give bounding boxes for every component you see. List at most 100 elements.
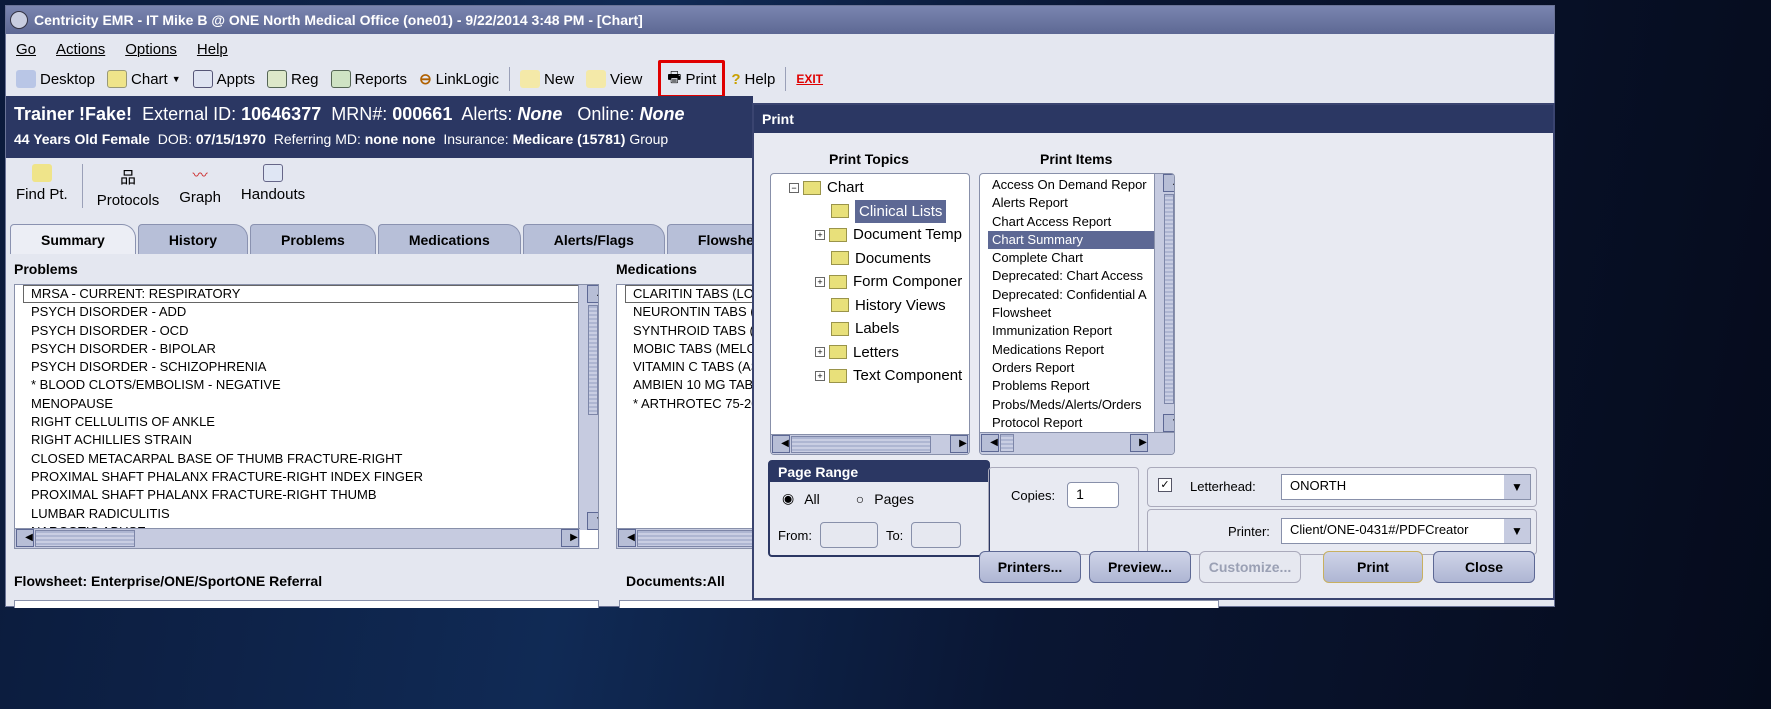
list-item[interactable]: Deprecated: Chart Access <box>988 267 1160 285</box>
list-item[interactable]: Chart Access Report <box>988 213 1160 231</box>
chevron-down-icon[interactable]: ▼ <box>1504 519 1530 543</box>
list-item[interactable]: Flowsheet <box>988 304 1160 322</box>
list-item[interactable]: MENOPAUSE <box>23 395 598 413</box>
tab-history[interactable]: History <box>137 224 249 254</box>
scroll-right-button[interactable]: ▶ <box>561 529 579 548</box>
reports-button[interactable]: Reports <box>325 65 414 93</box>
tree-item[interactable]: + Text Component <box>779 364 969 388</box>
scroll-left-button[interactable]: ◀ <box>16 529 34 548</box>
collapse-icon[interactable]: − <box>789 182 799 193</box>
list-item[interactable]: PSYCH DISORDER - SCHIZOPHRENIA <box>23 358 598 376</box>
scroll-thumb[interactable] <box>588 305 598 416</box>
menu-help[interactable]: Help <box>197 41 228 58</box>
list-item[interactable]: NEURONTIN TABS (G <box>625 303 757 321</box>
graph-button[interactable]: 〰 Graph <box>169 164 231 216</box>
list-item[interactable]: Deprecated: Confidential A <box>988 286 1160 304</box>
horizontal-scrollbar[interactable]: ◀ ▶ <box>771 434 969 454</box>
list-item[interactable]: RIGHT ACHILLIES STRAIN <box>23 431 598 449</box>
linklogic-button[interactable]: ⊖ LinkLogic <box>413 65 505 93</box>
appts-button[interactable]: Appts <box>187 65 261 93</box>
scroll-up-button[interactable]: ▲ <box>1163 174 1174 193</box>
horizontal-scrollbar[interactable]: ◀ ▶ <box>980 432 1174 454</box>
chart-button[interactable]: Chart ▼ <box>101 65 187 93</box>
protocols-button[interactable]: 品 Protocols <box>87 164 170 216</box>
list-item[interactable]: LUMBAR RADICULITIS <box>23 505 598 523</box>
list-item[interactable]: PSYCH DISORDER - OCD <box>23 322 598 340</box>
print-button[interactable]: 🖶 Print <box>658 60 726 98</box>
menu-options[interactable]: Options <box>125 41 177 58</box>
copies-input[interactable]: 1 <box>1067 482 1120 508</box>
printer-select[interactable]: Client/ONE-0431#/PDFCreator ▼ <box>1281 518 1531 544</box>
help-button[interactable]: ? Help <box>725 65 781 93</box>
tree-item[interactable]: Documents <box>779 247 969 271</box>
horizontal-scrollbar[interactable]: ◀ ▶ <box>15 528 580 548</box>
list-item[interactable]: SYNTHROID TABS ( <box>625 322 757 340</box>
from-input[interactable] <box>819 522 878 548</box>
scroll-thumb[interactable] <box>791 436 931 453</box>
list-item[interactable]: Immunization Report <box>988 322 1160 340</box>
expand-icon[interactable]: + <box>815 276 825 287</box>
scroll-up-button[interactable]: ▲ <box>587 285 598 304</box>
tree-item[interactable]: + Form Componer <box>779 270 969 294</box>
list-item[interactable]: * ARTHROTEC 75-20 <box>625 395 757 413</box>
tree-item[interactable]: History Views <box>779 294 969 318</box>
all-radio[interactable]: ◉ <box>782 490 794 507</box>
expand-icon[interactable]: + <box>815 347 825 358</box>
preview-button[interactable]: Preview... <box>1089 551 1191 583</box>
list-item[interactable]: CLOSED METACARPAL BASE OF THUMB FRACTURE… <box>23 450 598 468</box>
close-button[interactable]: Close <box>1433 551 1535 583</box>
list-item[interactable]: PSYCH DISORDER - ADD <box>23 303 598 321</box>
list-item[interactable]: Medications Report <box>988 341 1160 359</box>
scroll-thumb[interactable] <box>637 530 757 547</box>
printers-button[interactable]: Printers... <box>979 551 1081 583</box>
view-button[interactable]: View <box>580 65 648 93</box>
expand-icon[interactable]: + <box>815 229 825 240</box>
tree-item[interactable]: Labels <box>779 317 969 341</box>
tab-summary[interactable]: Summary <box>10 224 136 254</box>
expand-icon[interactable]: + <box>815 370 825 381</box>
handouts-button[interactable]: Handouts <box>231 164 315 216</box>
list-item[interactable]: VITAMIN C TABS (AS <box>625 358 757 376</box>
tab-problems[interactable]: Problems <box>250 224 376 254</box>
list-item[interactable]: PROXIMAL SHAFT PHALANX FRACTURE-RIGHT IN… <box>23 468 598 486</box>
list-item[interactable]: Probs/Meds/Alerts/Orders <box>988 396 1160 414</box>
list-item[interactable]: * BLOOD CLOTS/EMBOLISM - NEGATIVE <box>23 376 598 394</box>
list-item[interactable]: MRSA - CURRENT: RESPIRATORY <box>23 285 598 304</box>
new-button[interactable]: New <box>514 65 580 93</box>
tree-item[interactable]: + Letters <box>779 341 969 365</box>
list-item[interactable]: Alerts Report <box>988 194 1160 212</box>
list-item[interactable]: MOBIC TABS (MELO <box>625 340 757 358</box>
to-input[interactable] <box>911 522 962 548</box>
letterhead-checkbox[interactable]: ✓ <box>1158 478 1172 492</box>
problems-list[interactable]: MRSA - CURRENT: RESPIRATORY PSYCH DISORDE… <box>14 284 599 549</box>
list-item[interactable]: PSYCH DISORDER - BIPOLAR <box>23 340 598 358</box>
customize-button[interactable]: Customize... <box>1199 551 1301 583</box>
scroll-down-button[interactable]: ▼ <box>1163 413 1174 432</box>
find-patient-button[interactable]: Find Pt. <box>6 164 78 216</box>
dropdown-arrow-icon[interactable]: ▼ <box>172 74 181 84</box>
tab-alerts-flags[interactable]: Alerts/Flags <box>522 224 665 254</box>
list-item[interactable]: Complete Chart <box>988 249 1160 267</box>
scroll-right-button[interactable]: ▶ <box>950 435 968 454</box>
list-item[interactable]: AMBIEN 10 MG TABS <box>625 376 757 394</box>
letterhead-select[interactable]: ONORTH ▼ <box>1281 474 1531 500</box>
scroll-left-button[interactable]: ◀ <box>981 434 999 453</box>
list-item[interactable]: RIGHT CELLULITIS OF ANKLE <box>23 413 598 431</box>
menu-actions[interactable]: Actions <box>56 41 105 58</box>
horizontal-scrollbar[interactable]: ◀ <box>617 528 757 548</box>
scroll-thumb[interactable] <box>1000 434 1014 452</box>
pages-radio[interactable]: ○ <box>856 491 864 507</box>
tree-item[interactable]: + Document Temp <box>779 223 969 247</box>
list-item[interactable]: Chart Summary <box>988 230 1160 250</box>
list-item[interactable]: Protocol Report <box>988 414 1160 432</box>
print-items-list[interactable]: Access On Demand Repor Alerts Report Chart… <box>979 173 1175 455</box>
list-item[interactable]: PROXIMAL SHAFT PHALANX FRACTURE-RIGHT TH… <box>23 486 598 504</box>
scroll-right-button[interactable]: ▶ <box>1130 434 1148 453</box>
list-item[interactable]: CLARITIN TABS (LO <box>625 285 757 304</box>
tab-medications[interactable]: Medications <box>377 224 521 254</box>
scroll-thumb[interactable] <box>1164 194 1174 405</box>
scroll-down-button[interactable]: ▼ <box>587 511 598 530</box>
desktop-button[interactable]: Desktop <box>10 65 101 93</box>
medications-list[interactable]: CLARITIN TABS (LO NEURONTIN TABS (G SYNTHR… <box>616 284 758 549</box>
reg-button[interactable]: Reg <box>261 65 325 93</box>
